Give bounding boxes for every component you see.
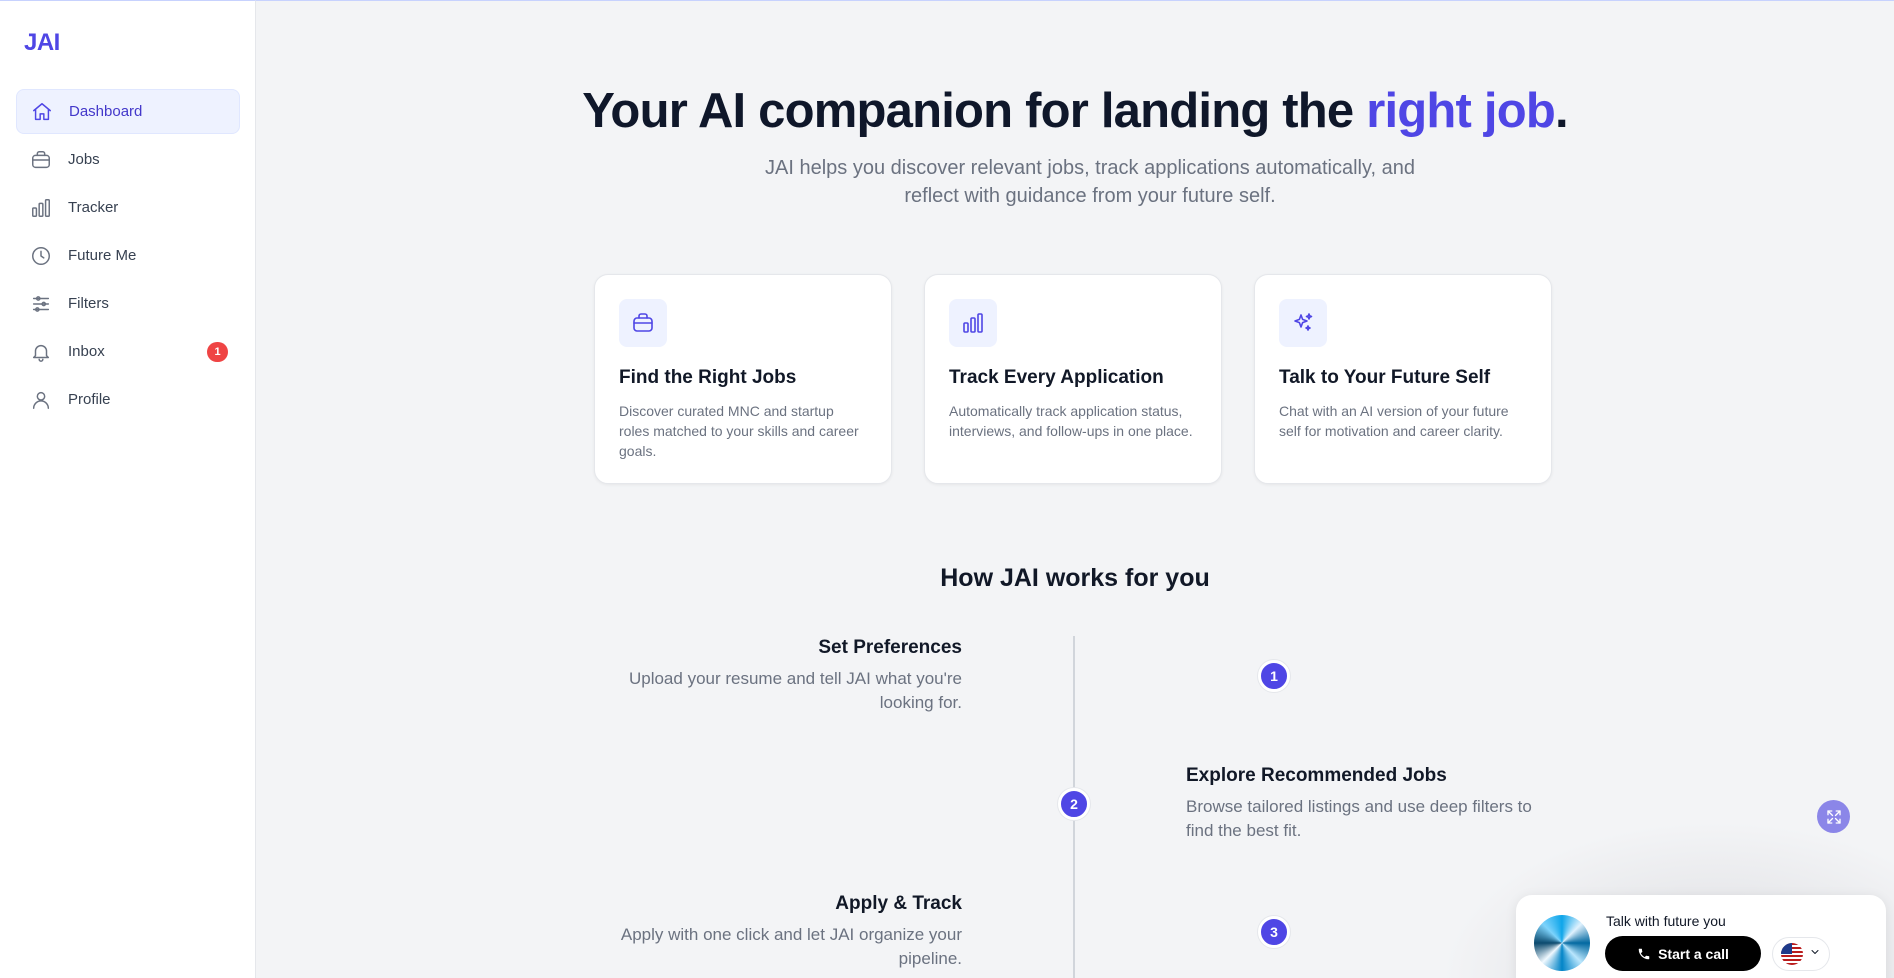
feature-card-title: Find the Right Jobs xyxy=(619,367,797,388)
feature-cards: Find the Right Jobs Discover curated MNC… xyxy=(594,274,1552,484)
sidebar: JAI Dashboard Jobs Tracker Future Me Fil… xyxy=(0,0,256,978)
clock-icon xyxy=(30,245,52,267)
start-call-label: Start a call xyxy=(1658,945,1729,962)
sidebar-item-tracker[interactable]: Tracker xyxy=(16,185,240,230)
sidebar-nav: Dashboard Jobs Tracker Future Me Filters… xyxy=(16,89,240,425)
feature-card-desc: Automatically track application status, … xyxy=(949,403,1193,439)
step-number-1: 1 xyxy=(1258,660,1290,692)
feature-card-future-self[interactable]: Talk to Your Future Self Chat with an AI… xyxy=(1254,274,1552,484)
briefcase-icon xyxy=(30,149,52,171)
how-it-works-title: How JAI works for you xyxy=(940,564,1210,592)
home-icon xyxy=(31,101,53,123)
sidebar-item-label: Tracker xyxy=(68,199,119,216)
sidebar-item-label: Dashboard xyxy=(69,103,143,120)
step-desc: Upload your resume and tell JAI what you… xyxy=(628,669,962,712)
expand-button[interactable] xyxy=(1817,800,1850,833)
start-call-button[interactable]: Start a call xyxy=(1605,936,1761,971)
sidebar-item-label: Filters xyxy=(68,295,109,312)
hero-title-accent: right job xyxy=(1366,84,1556,138)
sliders-icon xyxy=(30,293,52,315)
timeline-step-3: Apply & Track Apply with one click and l… xyxy=(602,893,962,971)
sidebar-item-label: Profile xyxy=(68,391,111,408)
feature-card-find-jobs[interactable]: Find the Right Jobs Discover curated MNC… xyxy=(594,274,892,484)
step-title: Explore Recommended Jobs xyxy=(1186,765,1447,786)
language-select[interactable] xyxy=(1772,937,1830,971)
sidebar-item-label: Inbox xyxy=(68,343,105,360)
widget-label: Talk with future you xyxy=(1606,913,1726,929)
chevron-down-icon xyxy=(1809,945,1821,963)
app-logo[interactable]: JAI xyxy=(24,29,60,57)
sidebar-item-filters[interactable]: Filters xyxy=(16,281,240,326)
inbox-badge: 1 xyxy=(207,342,228,362)
sidebar-item-inbox[interactable]: Inbox 1 xyxy=(16,329,240,374)
step-title: Set Preferences xyxy=(818,637,962,658)
voice-call-widget: Talk with future you Start a call xyxy=(1516,895,1886,978)
us-flag-icon xyxy=(1781,943,1803,965)
step-number-2: 2 xyxy=(1058,788,1090,820)
feature-card-title: Track Every Application xyxy=(949,367,1164,388)
hero-title: Your AI companion for landing the right … xyxy=(256,83,1894,139)
expand-icon xyxy=(1826,809,1841,824)
sparkles-icon xyxy=(1279,299,1327,347)
sidebar-item-label: Future Me xyxy=(68,247,137,264)
bell-icon xyxy=(30,341,52,363)
bar-chart-icon xyxy=(30,197,52,219)
step-desc: Apply with one click and let JAI organiz… xyxy=(620,925,962,968)
sidebar-item-dashboard[interactable]: Dashboard xyxy=(16,89,240,134)
feature-card-track[interactable]: Track Every Application Automatically tr… xyxy=(924,274,1222,484)
feature-card-title: Talk to Your Future Self xyxy=(1279,367,1491,388)
phone-icon xyxy=(1638,948,1650,959)
feature-card-desc: Discover curated MNC and startup roles m… xyxy=(619,403,859,459)
sidebar-item-profile[interactable]: Profile xyxy=(16,377,240,422)
hero-subtitle: JAI helps you discover relevant jobs, tr… xyxy=(765,157,1415,207)
user-icon xyxy=(30,389,52,411)
bar-chart-icon xyxy=(949,299,997,347)
sidebar-item-label: Jobs xyxy=(68,151,100,168)
avatar-orb xyxy=(1534,915,1590,971)
timeline-step-1: Set Preferences Upload your resume and t… xyxy=(602,637,962,715)
sidebar-item-future-me[interactable]: Future Me xyxy=(16,233,240,278)
sidebar-item-jobs[interactable]: Jobs xyxy=(16,137,240,182)
briefcase-icon xyxy=(619,299,667,347)
hero-title-suffix: . xyxy=(1554,84,1569,138)
step-number-3: 3 xyxy=(1258,916,1290,948)
hero-title-prefix: Your AI companion for landing the xyxy=(582,84,1367,138)
feature-card-desc: Chat with an AI version of your future s… xyxy=(1279,403,1509,439)
step-title: Apply & Track xyxy=(835,893,962,914)
